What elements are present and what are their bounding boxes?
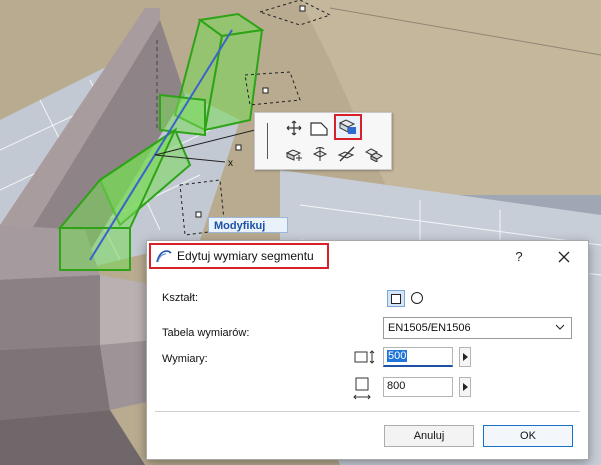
width-dimension-icon <box>354 350 375 364</box>
dimensions-label: Wymiary: <box>162 353 208 365</box>
shape-rectangular-button[interactable] <box>387 290 405 307</box>
close-icon <box>558 251 570 263</box>
height-dimension-icon <box>353 377 371 400</box>
cancel-button[interactable]: Anuluj <box>384 425 474 447</box>
rectangular-icon <box>391 293 401 304</box>
dialog-title-highlight: Edytuj wymiary segmentu <box>149 243 329 269</box>
pet-palette <box>254 112 392 170</box>
height-input[interactable]: 800 <box>383 377 453 397</box>
width-input[interactable]: 500 <box>383 347 453 367</box>
chevron-down-icon <box>555 324 565 330</box>
shape-label: Kształt: <box>162 292 199 304</box>
edit-segment-dialog: Edytuj wymiary segmentu ? Kształt: Tabel… <box>146 240 589 460</box>
move-icon[interactable] <box>283 118 305 138</box>
modify-tooltip: Modyfikuj <box>208 217 288 233</box>
segment-curve-icon <box>156 250 172 263</box>
duplicate-icon[interactable] <box>363 144 385 164</box>
help-button[interactable]: ? <box>511 249 527 265</box>
drag-corner-icon[interactable] <box>309 118 331 138</box>
dialog-divider <box>155 411 580 412</box>
table-label: Tabela wymiarów: <box>162 327 250 339</box>
close-button[interactable] <box>555 248 573 266</box>
dialog-title: Edytuj wymiary segmentu <box>177 249 314 263</box>
height-arrow-button[interactable] <box>459 377 471 397</box>
pet-palette-separator <box>267 123 268 159</box>
arrow-right-icon <box>462 353 468 361</box>
table-select[interactable]: EN1505/EN1506 <box>383 317 572 339</box>
arrow-right-icon <box>462 383 468 391</box>
split-icon[interactable] <box>336 144 358 164</box>
rotate-icon[interactable] <box>309 144 331 164</box>
offset-icon[interactable] <box>283 144 305 164</box>
ok-button[interactable]: OK <box>483 425 573 447</box>
table-select-value: EN1505/EN1506 <box>388 322 471 334</box>
axis-x-label: x <box>228 158 233 169</box>
width-arrow-button[interactable] <box>459 347 471 367</box>
dialog-title-bar[interactable]: Edytuj wymiary segmentu ? <box>147 241 588 273</box>
circular-icon[interactable] <box>411 292 423 304</box>
edit-segment-size-icon[interactable] <box>334 114 362 140</box>
